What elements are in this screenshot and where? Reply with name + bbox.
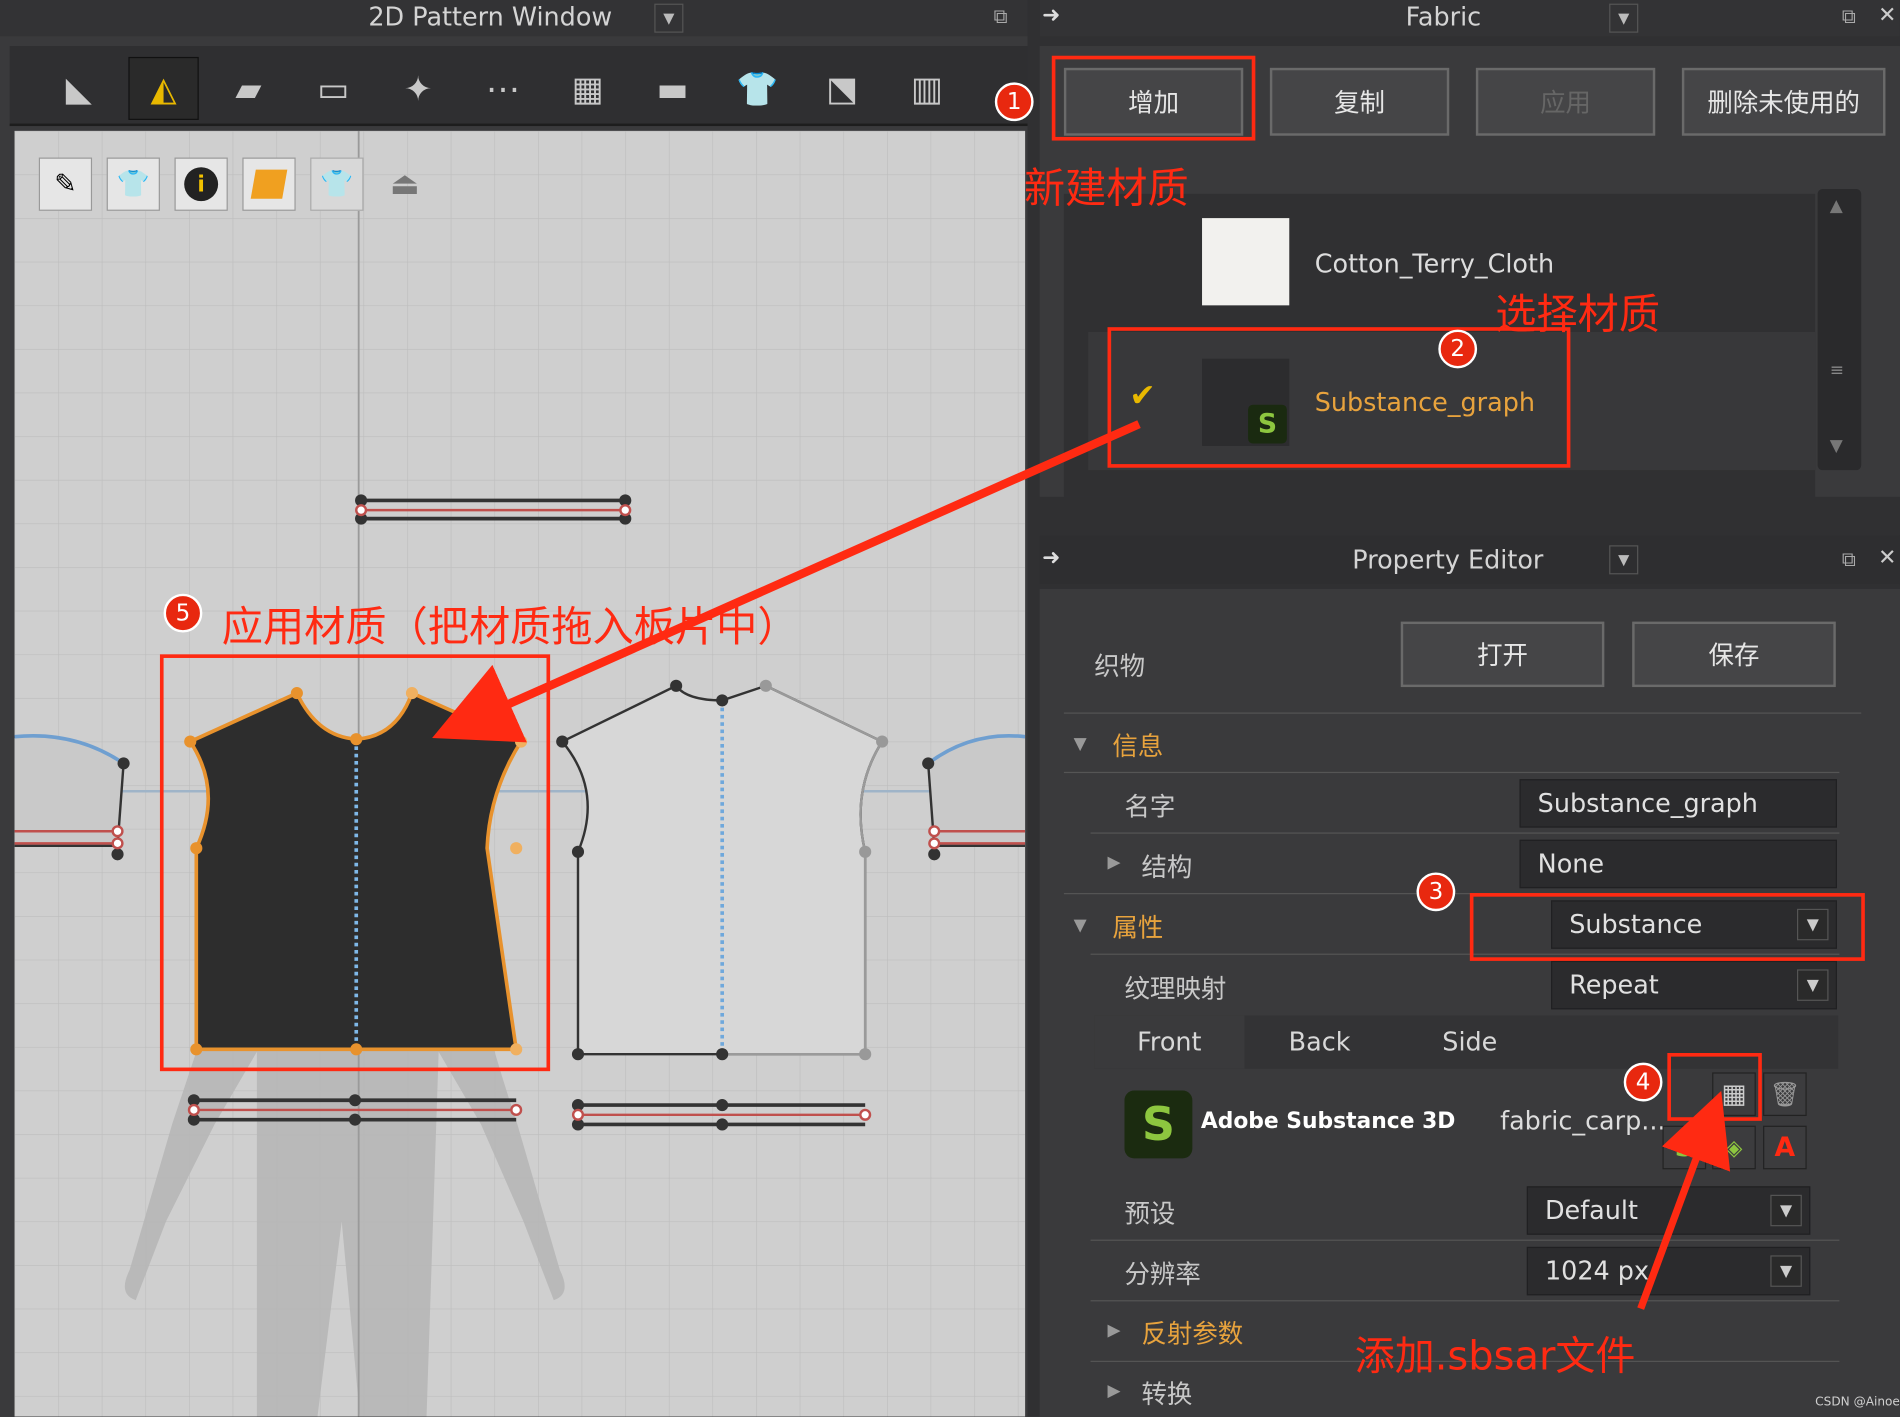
bars-icon[interactable]: ▥	[892, 57, 962, 120]
grid-icon[interactable]: ▦	[553, 57, 623, 120]
iron-icon[interactable]: ▬	[637, 57, 707, 120]
segment-icon[interactable]: ⋯	[468, 57, 538, 120]
annotation-arrows	[432, 420, 1731, 1310]
watermark: CSDN @Ainoe	[1815, 1395, 1900, 1410]
brush-icon[interactable]: ⬔	[807, 57, 877, 120]
rectangle-icon[interactable]: ▭	[298, 57, 368, 120]
edit-pattern-icon[interactable]: ◣	[44, 57, 114, 120]
shirt-icon[interactable]: 👕	[722, 57, 792, 120]
polygon-icon[interactable]: ▰	[213, 57, 283, 120]
transform-avatar-icon[interactable]: ✦	[383, 57, 453, 120]
edit-point-line-icon[interactable]: ◭	[128, 56, 199, 120]
